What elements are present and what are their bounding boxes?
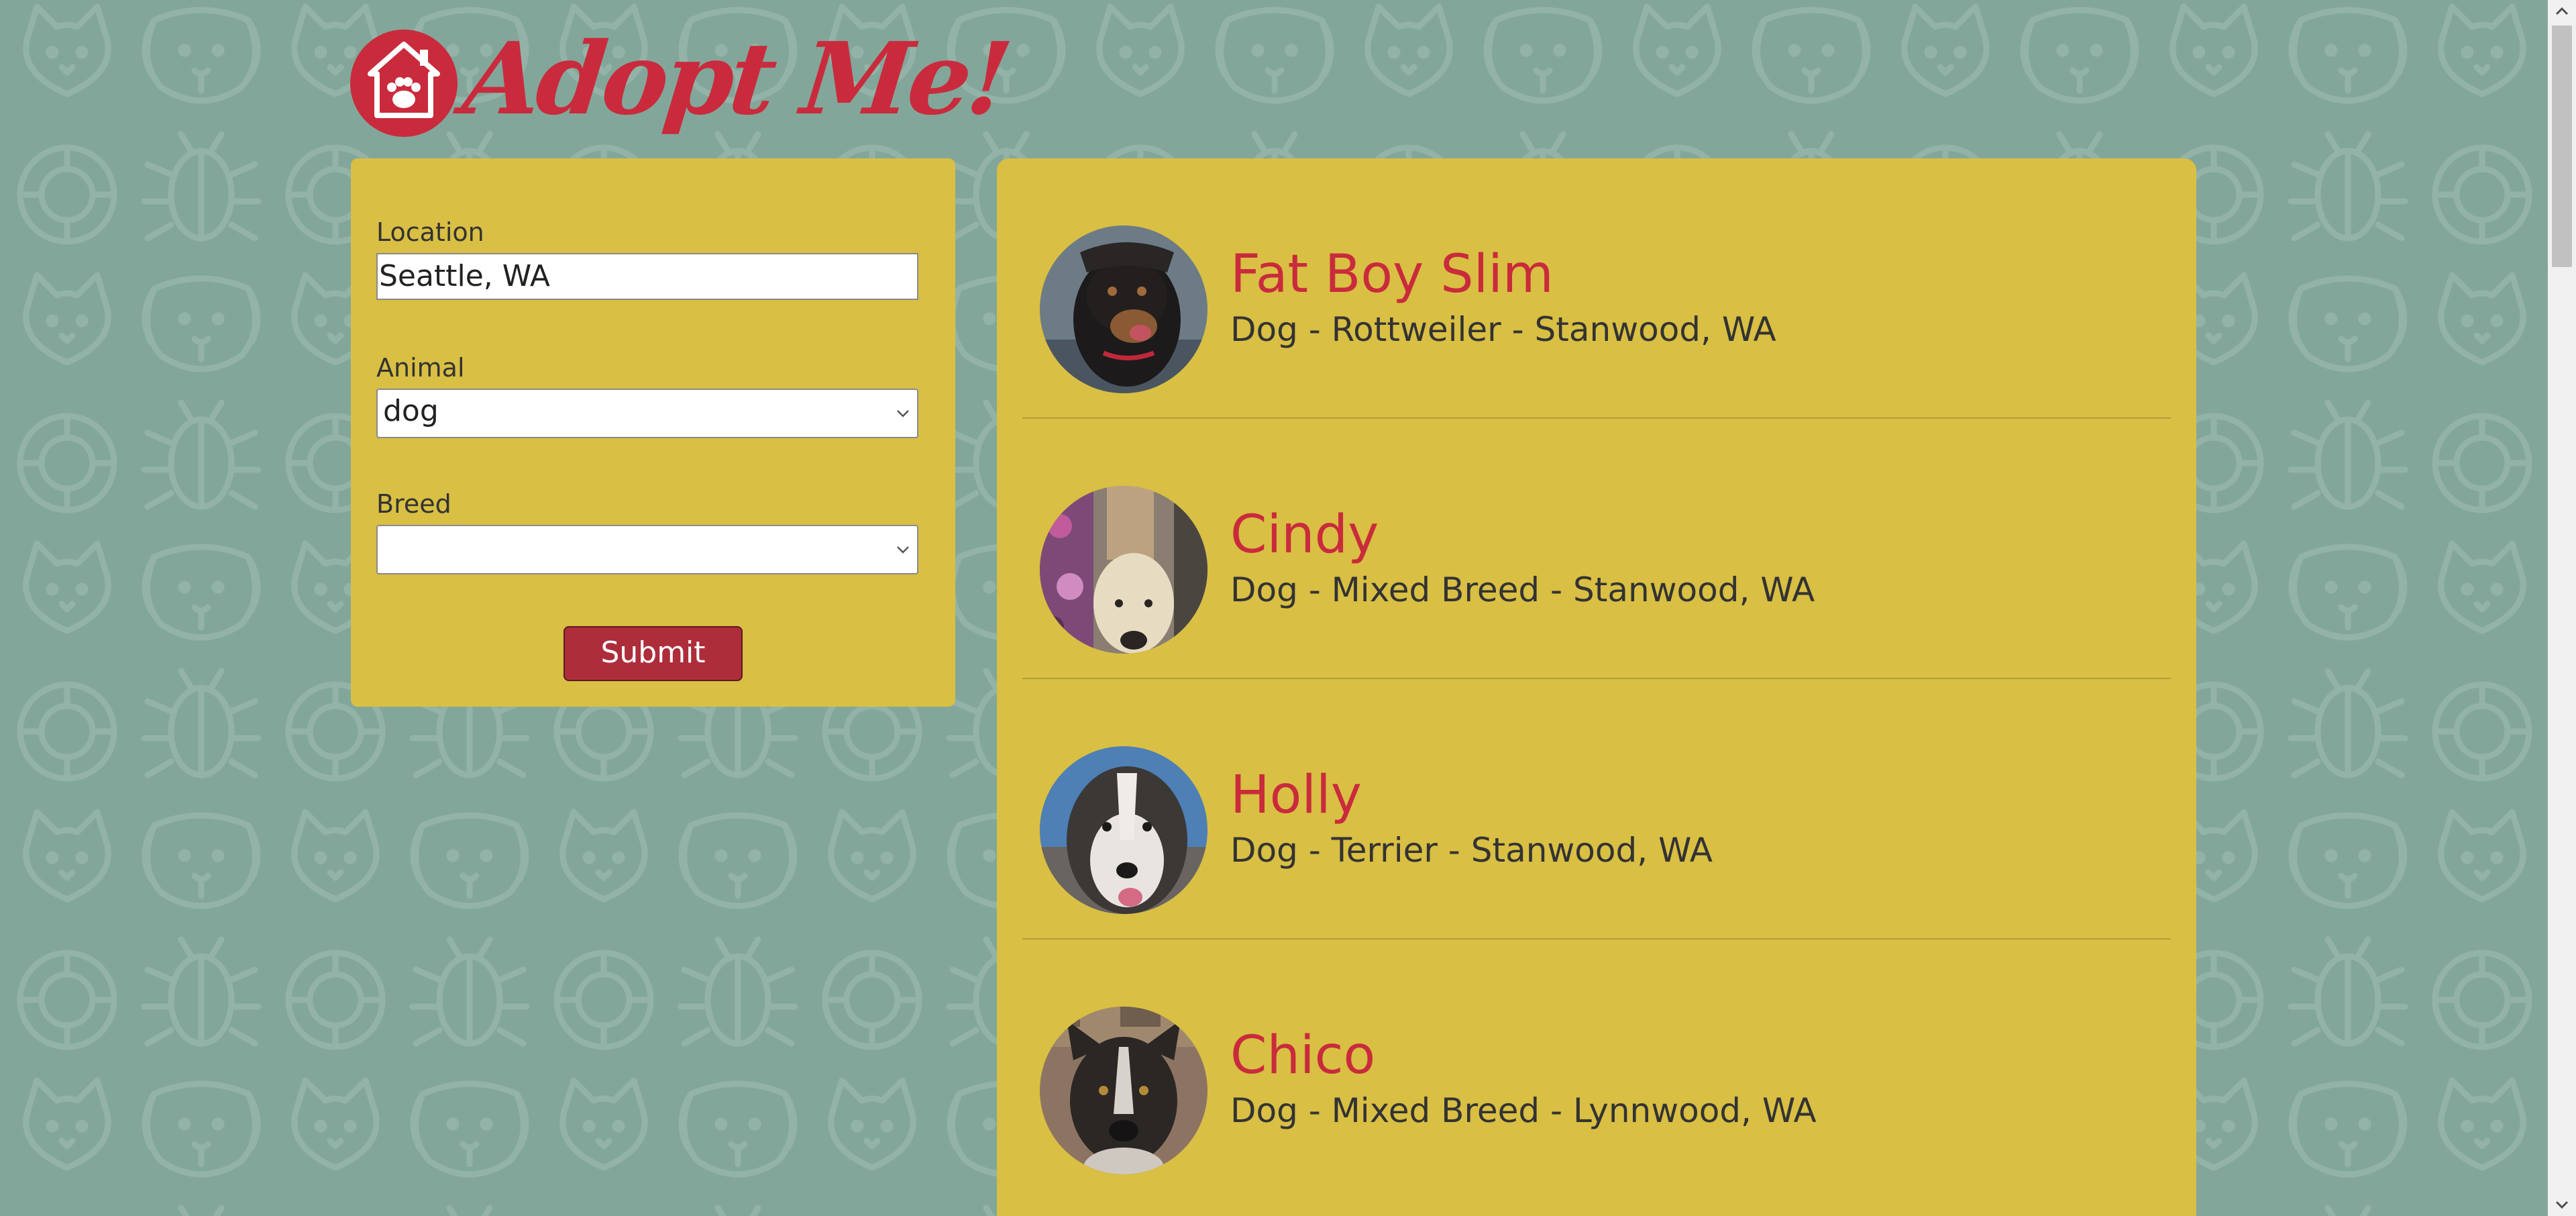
pet-card[interactable]: Fat Boy Slim Dog - Rottweiler - Stanwood… <box>1022 158 2171 419</box>
page-scrollbar[interactable] <box>2548 0 2576 1216</box>
chevron-down-icon <box>897 546 909 554</box>
animal-select[interactable]: dog <box>376 389 918 438</box>
submit-button[interactable]: Submit <box>564 626 743 681</box>
pet-name[interactable]: Chico <box>1230 1025 1375 1086</box>
pet-photo-terrier <box>1040 746 1208 914</box>
pet-photo-mixed-breed <box>1040 486 1208 654</box>
animal-label: Animal <box>376 353 465 383</box>
pet-info: Dog - Rottweiler - Stanwood, WA <box>1230 310 1776 349</box>
site-header: Adopt Me! <box>350 20 1014 164</box>
pet-name[interactable]: Cindy <box>1230 505 1379 565</box>
pet-card[interactable]: Chico Dog - Mixed Breed - Lynnwood, WA <box>1022 940 2171 1200</box>
chevron-down-icon <box>897 410 909 417</box>
location-input[interactable]: Seattle, WA <box>376 253 918 300</box>
animal-select-value: dog <box>383 394 439 428</box>
pet-photo-mixed-breed <box>1040 1007 1208 1174</box>
breed-label: Breed <box>376 489 451 519</box>
results-list: Fat Boy Slim Dog - Rottweiler - Stanwood… <box>997 158 2196 1216</box>
location-label: Location <box>376 217 484 247</box>
pet-card[interactable]: Holly Dog - Terrier - Stanwood, WA <box>1022 679 2171 940</box>
pet-photo-rottweiler <box>1040 225 1208 393</box>
pet-card[interactable]: Cindy Dog - Mixed Breed - Stanwood, WA <box>1022 419 2171 679</box>
scroll-down-arrow-icon[interactable] <box>2548 1193 2576 1216</box>
pet-info: Dog - Mixed Breed - Lynnwood, WA <box>1230 1091 1817 1130</box>
search-form: Location Seattle, WA Animal dog Breed Su… <box>351 158 955 707</box>
pet-name[interactable]: Fat Boy Slim <box>1230 244 1554 305</box>
scroll-up-arrow-icon[interactable] <box>2548 0 2576 23</box>
pet-name[interactable]: Holly <box>1230 765 1362 825</box>
pet-info: Dog - Terrier - Stanwood, WA <box>1230 831 1713 870</box>
house-paw-icon[interactable] <box>350 30 458 137</box>
pet-info: Dog - Mixed Breed - Stanwood, WA <box>1230 570 1815 609</box>
breed-select[interactable] <box>376 525 918 574</box>
scrollbar-thumb[interactable] <box>2552 26 2572 267</box>
site-logo-text[interactable]: Adopt Me! <box>458 20 1014 137</box>
